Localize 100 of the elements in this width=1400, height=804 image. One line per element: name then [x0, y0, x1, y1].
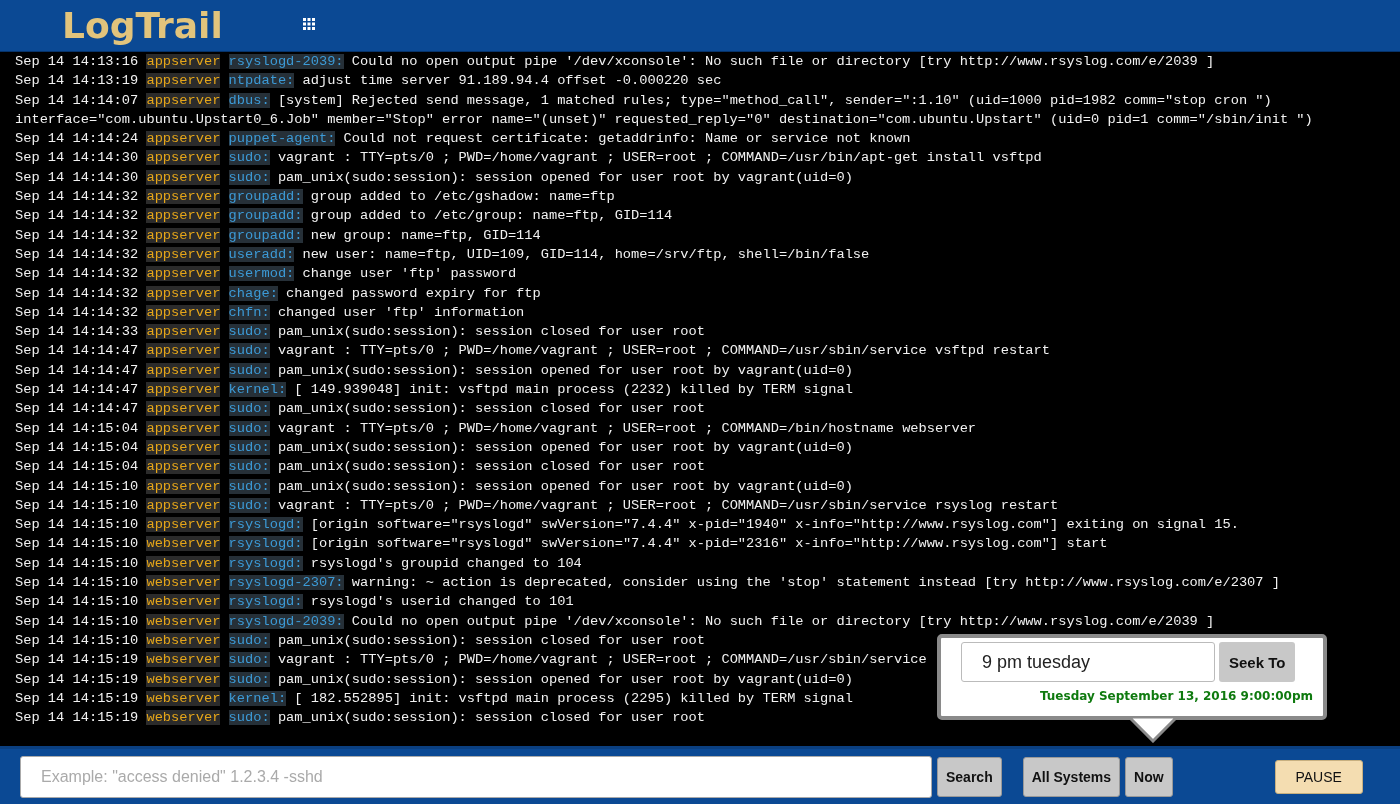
log-host: appserver	[146, 73, 221, 89]
log-program: rsyslogd:	[228, 555, 303, 571]
log-program: usermod:	[228, 266, 295, 282]
log-timestamp: Sep 14 14:15:10	[15, 613, 139, 629]
log-timestamp: Sep 14 14:14:47	[15, 401, 139, 417]
log-timestamp: Sep 14 14:13:16	[15, 54, 139, 69]
log-host: webserver	[146, 690, 221, 706]
resolved-time: Tuesday September 13, 2016 9:00:00pm	[1039, 689, 1313, 703]
log-timestamp: Sep 14 14:14:47	[15, 362, 139, 378]
log-program: groupadd:	[228, 189, 303, 205]
log-host: webserver	[146, 536, 221, 552]
log-message: Could not request certificate: getaddrinfo: Name or service not known	[343, 131, 911, 147]
log-message: vagrant : TTY=pts/0 ; PWD=/home/vagrant ; USER=root ; COMMAND=/bin/hostname webserver	[277, 420, 977, 436]
log-program: useradd:	[228, 246, 295, 262]
log-program: sudo:	[228, 632, 270, 648]
log-host: webserver	[146, 594, 221, 610]
log-message: new user: name=ftp, UID=109, GID=114, home=/srv/ftp, shell=/bin/false	[302, 246, 870, 262]
all-systems-button[interactable]: All Systems	[1022, 756, 1121, 797]
log-program: sudo:	[228, 439, 270, 455]
log-timestamp: Sep 14 14:15:10	[15, 594, 139, 610]
log-timestamp: Sep 14 14:14:32	[15, 304, 139, 320]
log-host: appserver	[146, 517, 221, 533]
log-host: appserver	[146, 439, 221, 455]
log-program: sudo:	[228, 401, 270, 417]
log-timestamp: Sep 14 14:14:47	[15, 382, 139, 398]
log-host: webserver	[146, 632, 221, 648]
log-message: new group: name=ftp, GID=114	[310, 227, 541, 243]
log-message: [ 182.552895] init: vsftpd main process (2295) killed by TERM signal	[294, 690, 853, 706]
log-program: groupadd:	[228, 208, 303, 224]
log-host: appserver	[146, 459, 221, 475]
grid-menu-icon[interactable]	[302, 17, 315, 30]
log-timestamp: Sep 14 14:14:33	[15, 324, 139, 340]
log-message: vagrant : TTY=pts/0 ; PWD=/home/vagrant ; USER=root ; COMMAND=/usr/bin/apt-get install vsftpd	[277, 150, 1042, 166]
log-program: sudo:	[228, 420, 270, 436]
log-program: sudo:	[228, 671, 270, 687]
seek-to-button[interactable]: Seek To	[1219, 642, 1296, 682]
search-button[interactable]: Search	[937, 756, 1002, 797]
log-host: appserver	[146, 362, 221, 378]
log-message: pam_unix(sudo:session): session closed for user root	[277, 401, 705, 417]
log-program: rsyslogd-2307:	[228, 575, 344, 590]
log-timestamp: Sep 14 14:15:10	[15, 497, 139, 513]
log-timestamp: Sep 14 14:15:04	[15, 459, 139, 475]
log-message: group added to /etc/gshadow: name=ftp	[310, 189, 615, 205]
log-host: appserver	[146, 401, 221, 417]
log-host: appserver	[146, 497, 221, 513]
log-program: sudo:	[228, 343, 270, 359]
log-host: appserver	[146, 227, 221, 243]
log-program: chage:	[228, 285, 278, 301]
log-timestamp: Sep 14 14:14:30	[15, 150, 139, 166]
log-program: sudo:	[228, 150, 270, 166]
log-message: [system] Rejected send message, 1 matched rules; type="method_call", sender=":1.10" (uid=1000 pid=1982 comm="stop cron ")	[277, 92, 1272, 108]
log-host: appserver	[146, 343, 221, 359]
log-program: rsyslogd-2039:	[228, 613, 344, 629]
log-host: webserver	[146, 652, 221, 668]
log-program: dbus:	[228, 92, 270, 108]
log-message: pam_unix(sudo:session): session closed for user root	[277, 324, 705, 340]
log-timestamp: Sep 14 14:15:10	[15, 575, 139, 590]
log-message: Could no open output pipe '/dev/xconsole': No such file or directory [try http://www.rsyslog.com/e/2039 ]	[351, 54, 1215, 69]
log-timestamp: Sep 14 14:14:30	[15, 169, 139, 185]
log-host: appserver	[146, 285, 221, 301]
log-message: pam_unix(sudo:session): session opened for user root by vagrant(uid=0)	[277, 362, 853, 378]
log-host: webserver	[146, 671, 221, 687]
log-timestamp: Sep 14 14:15:04	[15, 439, 139, 455]
log-message: [origin software="rsyslogd" swVersion="7.4.4" x-pid="1940" x-info="http://www.rsyslog.com"] exiting on signal 15.	[310, 517, 1239, 533]
log-message: vagrant : TTY=pts/0 ; PWD=/home/vagrant ; USER=root ; COMMAND=/usr/sbin/service rsyslog restart	[277, 497, 1059, 513]
seek-time-field[interactable]: 9 pm tuesday	[961, 642, 1215, 682]
log-program: kernel:	[228, 382, 287, 398]
log-message: vagrant : TTY=pts/0 ; PWD=/home/vagrant ; USER=root ; COMMAND=/usr/sbin/service vsftpd restart	[277, 343, 1050, 359]
log-timestamp: Sep 14 14:14:32	[15, 227, 139, 243]
log-message: warning: ~ action is deprecated, consider using the 'stop' statement instead [try http://www.rsyslog.com/e/2307 ]	[351, 575, 1280, 590]
log-message: change user 'ftp' password	[302, 266, 517, 282]
log-host: webserver	[146, 555, 221, 571]
log-program: chfn:	[228, 304, 270, 320]
log-timestamp: Sep 14 14:14:07	[15, 92, 139, 108]
log-message: pam_unix(sudo:session): session closed for user root	[277, 459, 705, 475]
log-program: rsyslogd-2039:	[228, 54, 344, 69]
log-message: pam_unix(sudo:session): session opened for user root by vagrant(uid=0)	[277, 478, 853, 494]
log-host: webserver	[146, 575, 221, 590]
now-button[interactable]: Now	[1125, 756, 1173, 797]
log-host: appserver	[146, 189, 221, 205]
search-field[interactable]: Example: "access denied" 1.2.3.4 -sshd	[20, 755, 932, 798]
log-host: appserver	[146, 324, 221, 340]
log-message: rsyslogd's groupid changed to 104	[310, 555, 582, 571]
log-message: vagrant : TTY=pts/0 ; PWD=/home/vagrant ; USER=root ; COMMAND=/usr/sbin/service	[277, 652, 927, 668]
log-host: webserver	[146, 613, 221, 629]
log-message: interface="com.ubuntu.Upstart0_6.Job" member="Stop" error name="(unset)" requested_reply="0" destination="com.ubuntu.Upstart" (uid=0 pid=1 comm="/sbin/init ")	[15, 111, 1313, 127]
log-timestamp: Sep 14 14:15:19	[15, 652, 139, 668]
log-timestamp: Sep 14 14:15:10	[15, 555, 139, 571]
log-host: appserver	[146, 169, 221, 185]
pause-button[interactable]: PAUSE	[1274, 759, 1363, 794]
log-program: groupadd:	[228, 227, 303, 243]
log-timestamp: Sep 14 14:13:19	[15, 73, 139, 89]
log-timestamp: Sep 14 14:15:19	[15, 710, 139, 726]
log-timestamp: Sep 14 14:14:32	[15, 208, 139, 224]
log-message: pam_unix(sudo:session): session opened for user root by vagrant(uid=0)	[277, 169, 853, 185]
log-host: appserver	[146, 92, 221, 108]
log-timestamp: Sep 14 14:14:24	[15, 131, 139, 147]
log-program: sudo:	[228, 324, 270, 340]
log-timestamp: Sep 14 14:14:32	[15, 266, 139, 282]
log-timestamp: Sep 14 14:14:47	[15, 343, 139, 359]
